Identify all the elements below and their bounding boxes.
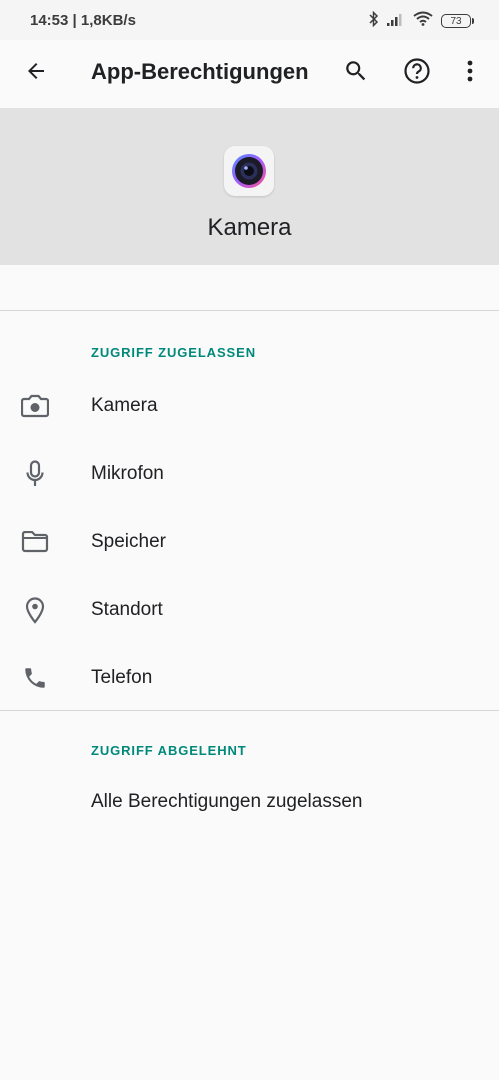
back-button[interactable] (14, 51, 58, 95)
denied-empty-message: Alle Berechtigungen zugelassen (91, 791, 363, 812)
permission-row-storage[interactable]: Speicher (0, 508, 499, 576)
section-header-allowed: ZUGRIFF ZUGELASSEN (91, 345, 256, 360)
signal-icon (387, 12, 405, 31)
permission-label: Telefon (91, 667, 153, 688)
section-header-denied: ZUGRIFF ABGELEHNT (91, 743, 247, 758)
app-name: Kamera (207, 214, 292, 241)
divider (0, 710, 499, 711)
wifi-icon (413, 11, 433, 31)
search-button[interactable] (334, 51, 378, 95)
phone-icon (20, 664, 50, 692)
permission-row-location[interactable]: Standort (0, 576, 499, 644)
app-header: Kamera (0, 108, 499, 265)
permission-row-camera[interactable]: Kamera (0, 372, 499, 440)
camera-app-icon (224, 146, 274, 196)
battery-icon: 73 (441, 14, 474, 28)
camera-icon (20, 392, 50, 420)
search-icon (343, 58, 369, 89)
help-icon (403, 57, 431, 90)
divider (0, 310, 499, 311)
folder-icon (20, 528, 50, 556)
denied-empty-message-row: Alle Berechtigungen zugelassen (0, 774, 499, 834)
microphone-icon (20, 460, 50, 488)
status-icons: 73 (361, 10, 474, 32)
more-vert-icon (467, 60, 473, 87)
permission-label: Speicher (91, 531, 166, 552)
help-button[interactable] (395, 51, 439, 95)
page-title: App-Berechtigungen (91, 59, 309, 84)
permission-label: Kamera (91, 395, 158, 416)
status-time: 14:53 | 1,8KB/s (30, 12, 136, 29)
permission-label: Standort (91, 599, 163, 620)
location-pin-icon (20, 596, 50, 624)
more-options-button[interactable] (448, 51, 492, 95)
permission-row-phone[interactable]: Telefon (0, 644, 499, 712)
permission-row-microphone[interactable]: Mikrofon (0, 440, 499, 508)
back-arrow-icon (24, 59, 48, 88)
app-bar: App-Berechtigungen (0, 40, 499, 106)
permission-label: Mikrofon (91, 463, 164, 484)
status-bar: 14:53 | 1,8KB/s 73 (0, 0, 499, 40)
bluetooth-icon (369, 10, 379, 32)
